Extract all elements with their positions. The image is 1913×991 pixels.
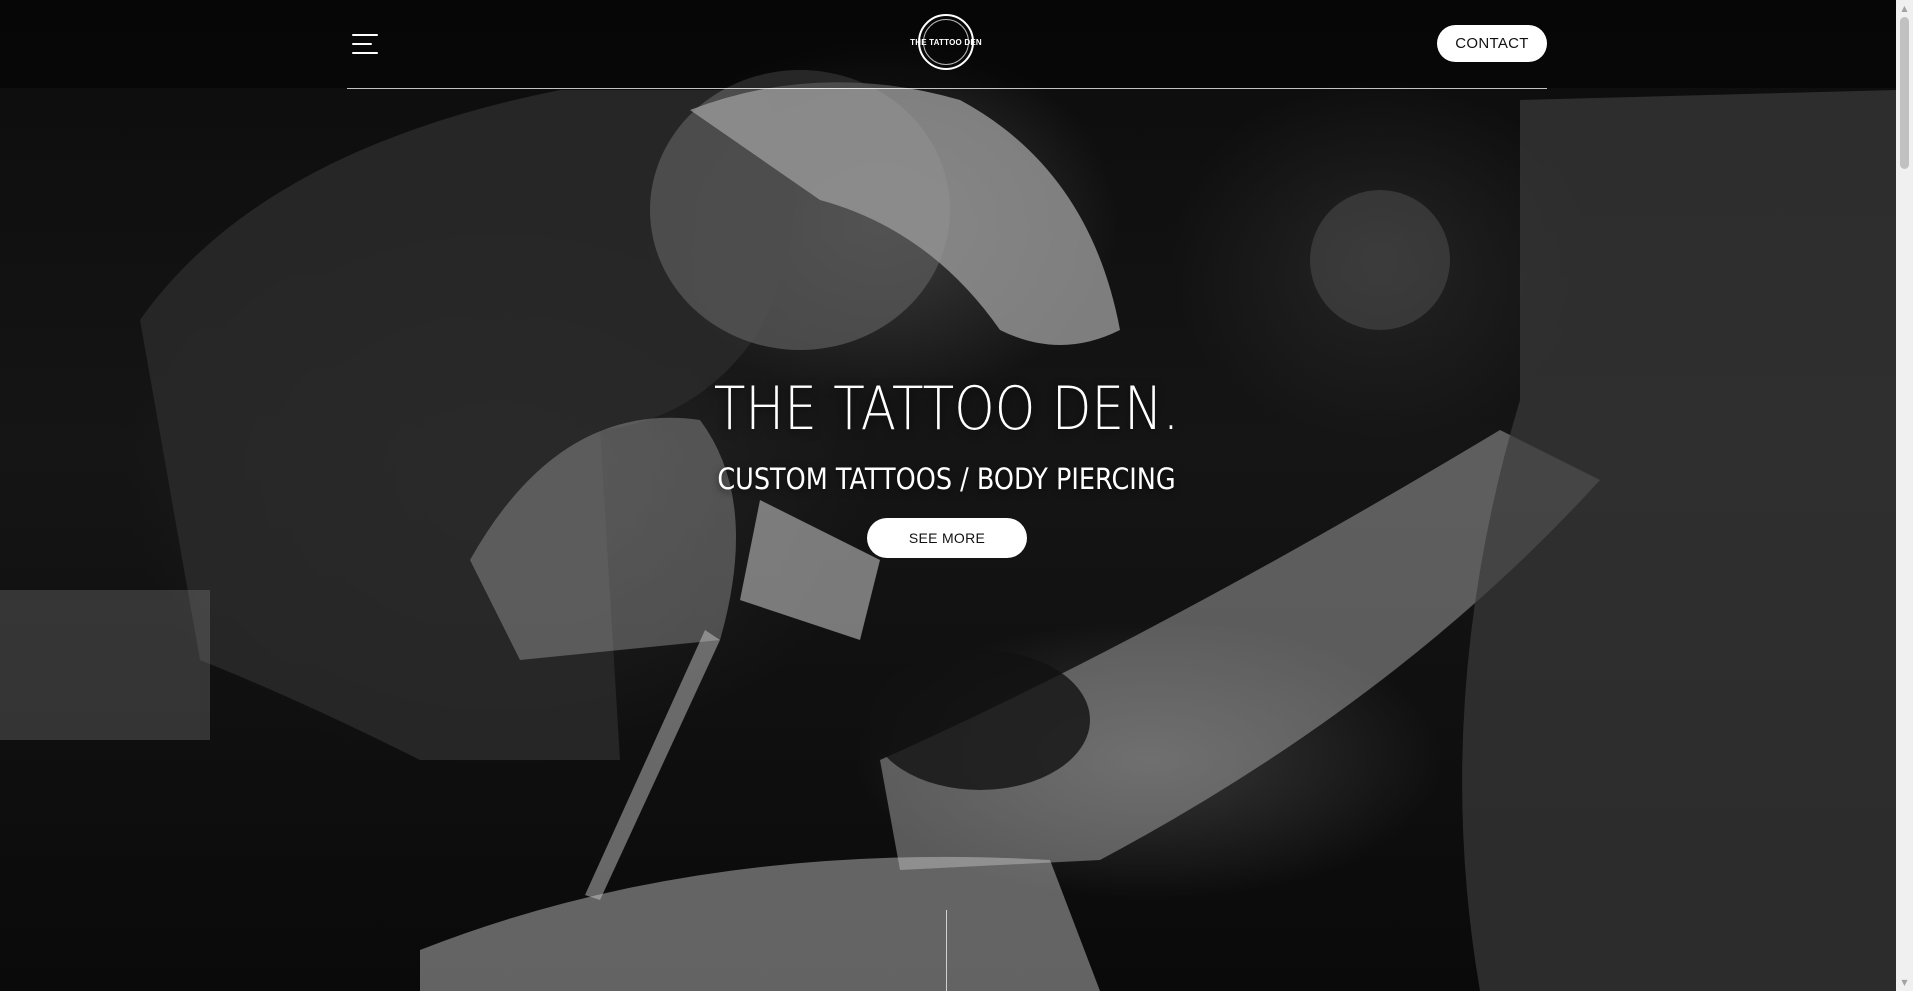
- scrollbar-thumb[interactable]: [1900, 17, 1909, 169]
- arrow-up-icon[interactable]: ▲: [1896, 0, 1913, 17]
- see-more-button[interactable]: SEE MORE: [867, 518, 1027, 558]
- logo-text: THE TATTOO DEN: [910, 37, 982, 47]
- arrow-down-icon[interactable]: ▼: [1896, 974, 1913, 991]
- scroll-indicator-line: [946, 910, 947, 991]
- page-scrollbar[interactable]: ▲ ▼: [1896, 0, 1913, 991]
- site-logo[interactable]: THE TATTOO DEN: [910, 14, 982, 70]
- hamburger-menu-icon[interactable]: [352, 34, 378, 54]
- contact-button[interactable]: CONTACT: [1437, 25, 1547, 62]
- hero-title: THE TATTOO DEN.: [713, 374, 1180, 444]
- header-divider: [347, 88, 1547, 89]
- hero-subtitle: CUSTOM TATTOOS / BODY PIERCING: [717, 462, 1176, 496]
